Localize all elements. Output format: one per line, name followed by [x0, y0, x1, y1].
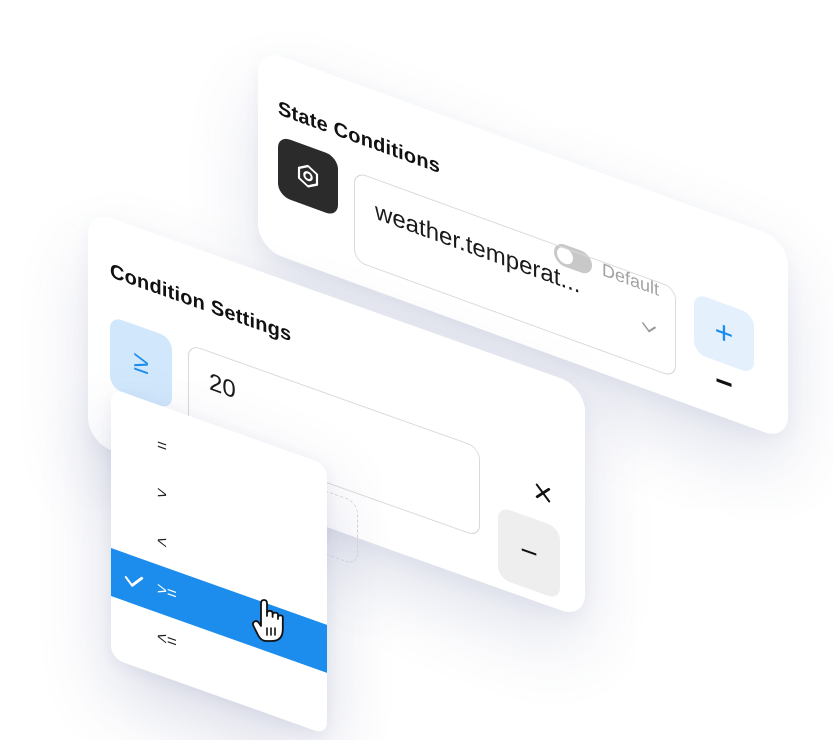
- gear-icon: [297, 164, 319, 188]
- add-condition-button[interactable]: +: [694, 292, 754, 375]
- check-icon: [124, 576, 144, 587]
- close-icon[interactable]: [535, 482, 551, 504]
- chevron-down-icon: [642, 322, 656, 333]
- entity-select-value: weather.temperat...: [375, 197, 581, 300]
- operator-option-label: <=: [157, 626, 177, 653]
- operator-option-label: <: [157, 530, 167, 553]
- operator-option-label: >=: [157, 578, 177, 605]
- operator-option-label: ≠: [157, 674, 167, 697]
- remove-condition-button[interactable]: −: [713, 360, 735, 408]
- entity-icon-button[interactable]: [278, 135, 338, 218]
- operator-option-label: >: [157, 482, 167, 505]
- hand-cursor-icon: [252, 599, 284, 642]
- remove-setting-button[interactable]: −: [498, 505, 560, 601]
- condition-value-text: 20: [209, 368, 236, 405]
- operator-option-label: =: [157, 434, 167, 457]
